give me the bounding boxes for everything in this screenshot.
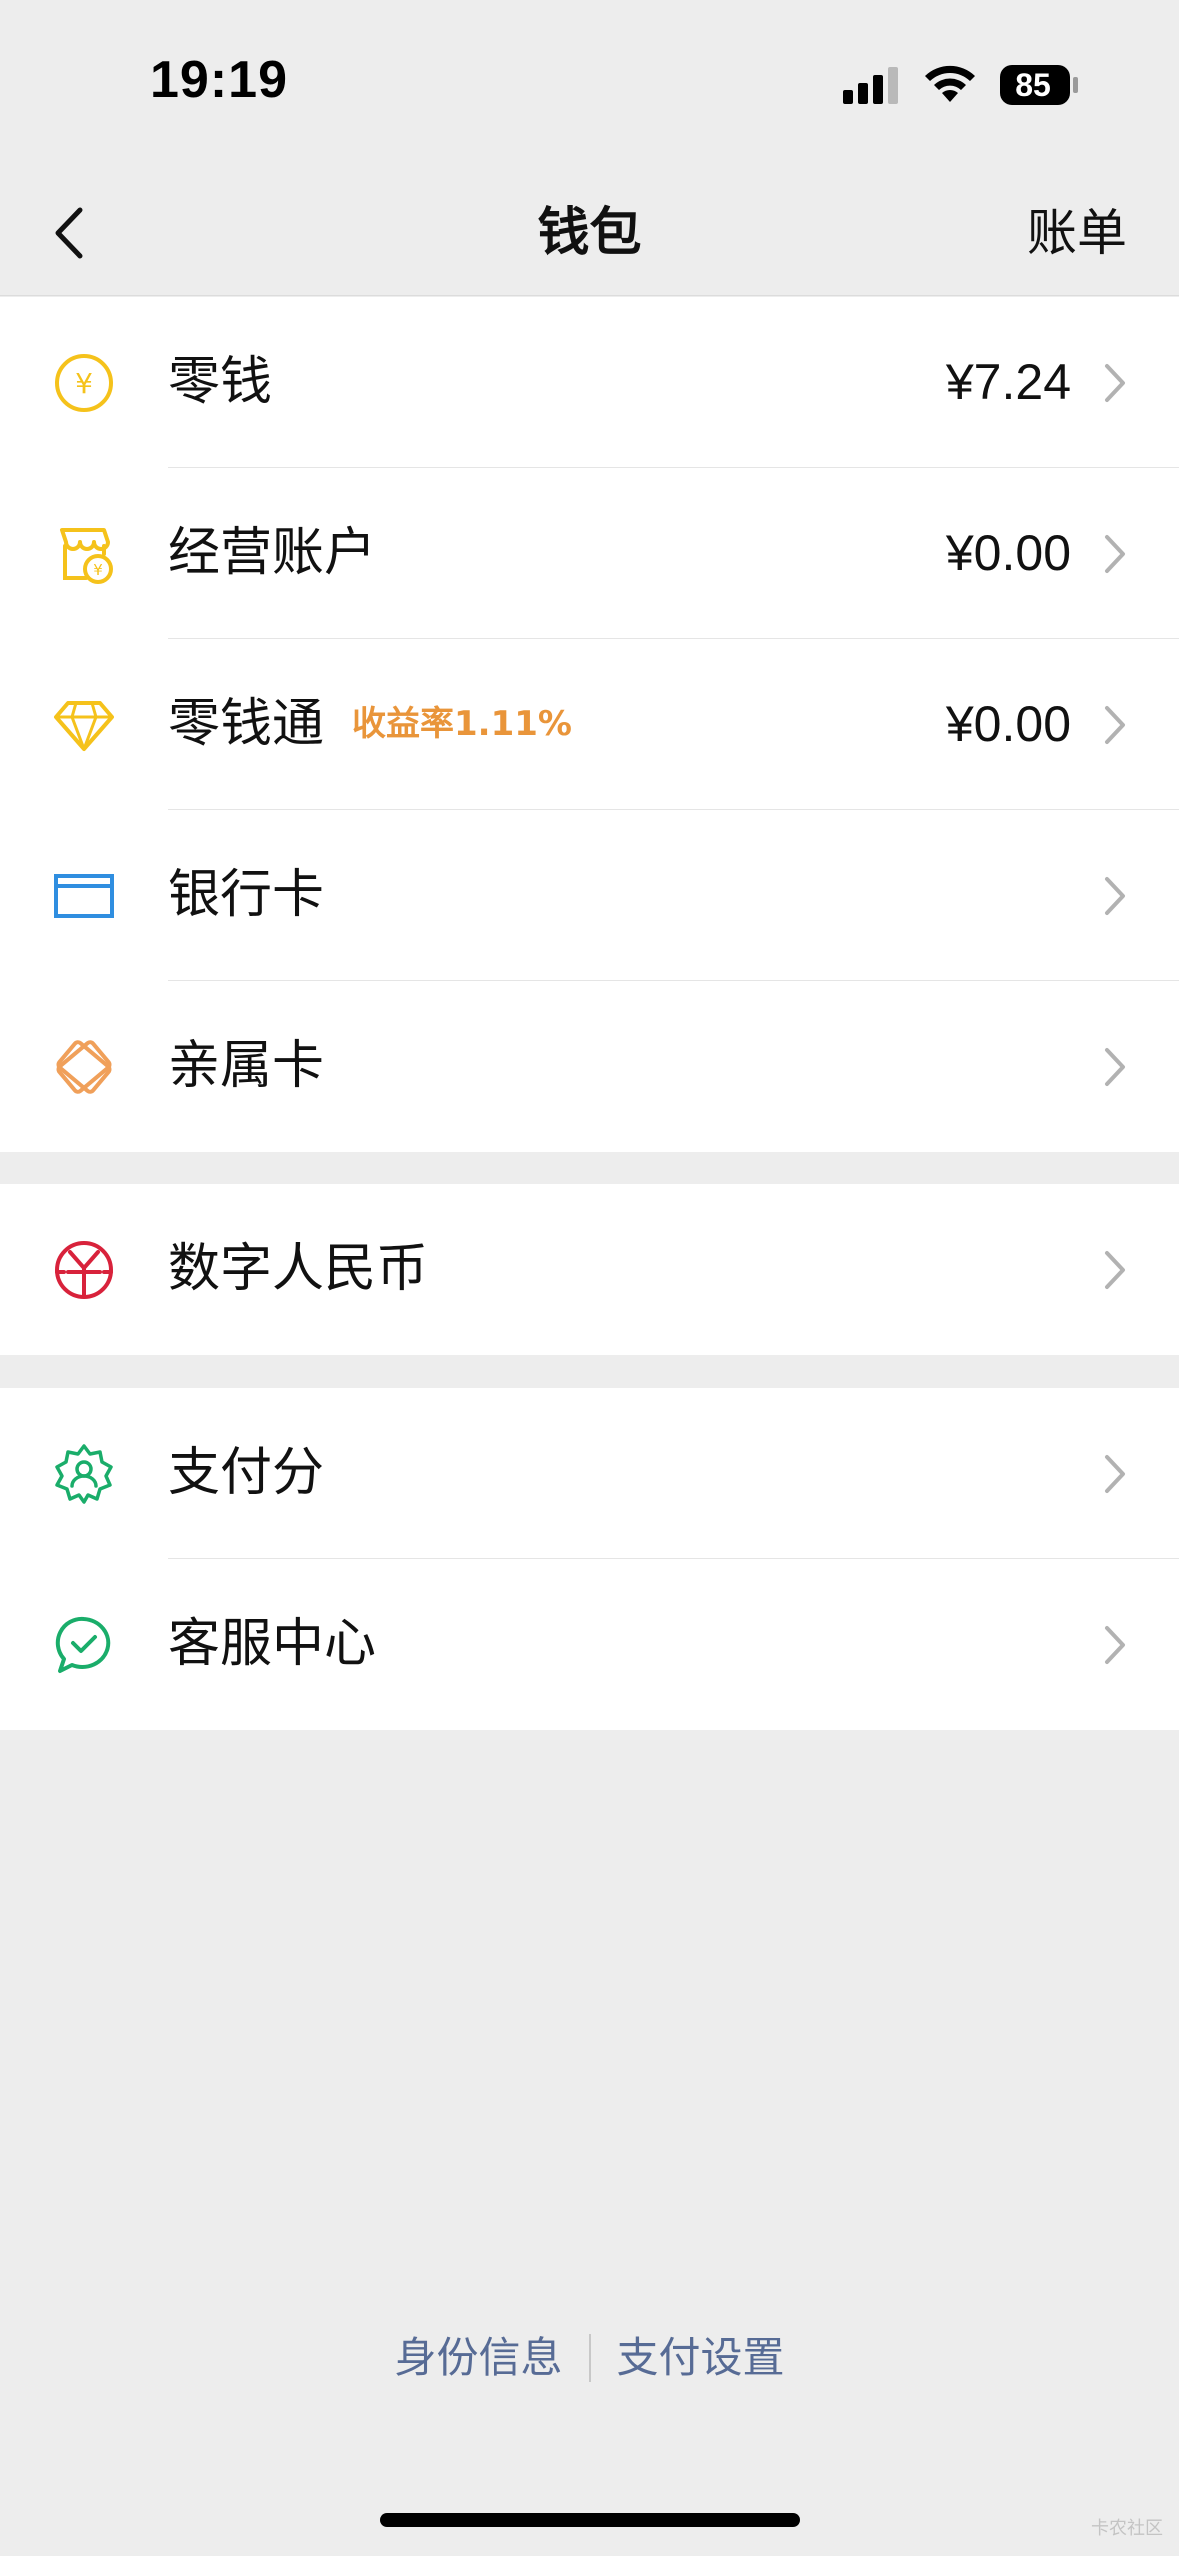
row-label: 经营账户 xyxy=(168,523,377,583)
row-amount: ¥7.24 xyxy=(945,354,1071,410)
watermark: 卡农社区 xyxy=(1091,2518,1163,2539)
row-label: 银行卡 xyxy=(168,865,325,925)
svg-text:¥: ¥ xyxy=(75,367,93,400)
bill-button[interactable]: 账单 xyxy=(1027,198,1127,268)
chevron-right-icon xyxy=(1105,705,1125,744)
row-pay-score[interactable]: 支付分 xyxy=(0,1388,1179,1559)
row-amount: ¥0.00 xyxy=(945,525,1071,581)
row-label: 数字人民币 xyxy=(168,1239,429,1299)
row-family-card[interactable]: 亲属卡 xyxy=(0,981,1179,1152)
diamond-icon xyxy=(54,700,114,751)
row-change[interactable]: ¥ 零钱 ¥7.24 xyxy=(0,297,1179,468)
digital-rmb-icon xyxy=(55,1240,113,1299)
page-title: 钱包 xyxy=(537,203,642,263)
row-label: 亲属卡 xyxy=(168,1036,325,1096)
row-bank-card[interactable]: 银行卡 xyxy=(0,810,1179,981)
identity-info-link[interactable]: 身份信息 xyxy=(394,2328,562,2388)
cellular-signal-icon xyxy=(843,67,898,104)
row-digital-rmb[interactable]: 数字人民币 xyxy=(0,1184,1179,1355)
battery-level: 85 xyxy=(1015,67,1051,103)
wifi-icon xyxy=(925,65,975,102)
footer-links: 身份信息 支付设置 xyxy=(0,2325,1179,2388)
status-time: 19:19 xyxy=(150,51,288,109)
yuan-coin-icon: ¥ xyxy=(55,353,113,412)
row-lingqiantong[interactable]: 零钱通 收益率1.11% ¥0.00 xyxy=(0,639,1179,810)
svg-text:¥: ¥ xyxy=(93,561,103,579)
wallet-group-digital-rmb: 数字人民币 xyxy=(0,1184,1179,1355)
chevron-right-icon xyxy=(1105,876,1125,915)
row-amount: ¥0.00 xyxy=(945,696,1071,752)
chevron-right-icon xyxy=(1105,1454,1125,1493)
row-label: 客服中心 xyxy=(168,1614,377,1674)
row-business-account[interactable]: ¥ 经营账户 ¥0.00 xyxy=(0,468,1179,639)
home-indicator[interactable] xyxy=(380,2513,800,2527)
chevron-right-icon xyxy=(1105,1625,1125,1664)
wallet-group-main: ¥ 零钱 ¥7.24 ¥ 经营账户 ¥0.00 零钱通 收益率1.11% ¥0.… xyxy=(0,297,1179,1152)
chevron-right-icon xyxy=(1105,363,1125,402)
chevron-right-icon xyxy=(1105,1047,1125,1086)
chevron-right-icon xyxy=(1105,1250,1125,1289)
customer-service-icon xyxy=(55,1616,111,1673)
footer-separator xyxy=(588,2333,591,2382)
row-label: 零钱通 xyxy=(168,694,325,754)
status-bar: 19:19 85 xyxy=(0,0,1179,170)
row-label: 零钱 xyxy=(168,352,273,412)
nav-bar: 钱包 账单 xyxy=(0,170,1179,296)
yield-rate-badge: 收益率1.11% xyxy=(352,704,572,744)
row-customer-service[interactable]: 客服中心 xyxy=(0,1559,1179,1730)
row-label: 支付分 xyxy=(168,1443,325,1503)
pay-score-icon xyxy=(55,1443,113,1504)
bank-card-icon xyxy=(54,873,114,918)
payment-settings-link[interactable]: 支付设置 xyxy=(617,2328,785,2388)
wallet-group-services: 支付分 客服中心 xyxy=(0,1388,1179,1730)
chevron-right-icon xyxy=(1105,534,1125,573)
family-card-icon xyxy=(56,1039,112,1094)
shop-icon: ¥ xyxy=(60,527,113,584)
